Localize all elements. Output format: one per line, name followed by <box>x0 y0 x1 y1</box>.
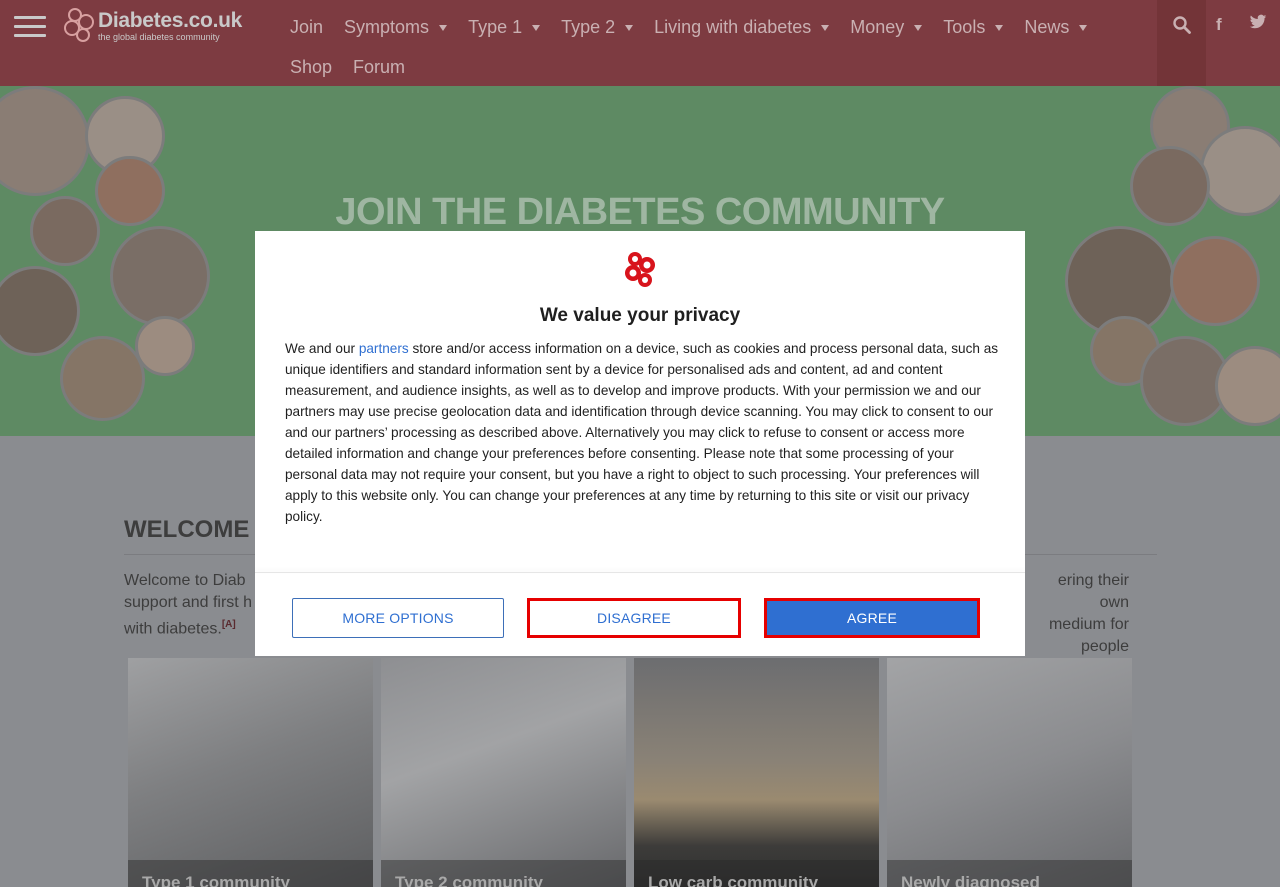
welcome-heading: WELCOME <box>124 516 250 543</box>
nav-forum[interactable]: Forum <box>353 57 405 78</box>
facebook-icon[interactable]: f <box>1216 15 1222 35</box>
nav-label: Type 2 <box>561 16 616 37</box>
nav-label: News <box>1024 16 1070 37</box>
nav-news[interactable]: News <box>1024 16 1088 38</box>
nav-tools[interactable]: Tools <box>943 16 1004 38</box>
more-options-button[interactable]: MORE OPTIONS <box>292 598 504 638</box>
consent-title: We value your privacy <box>539 305 741 326</box>
privacy-consent-dialog: We value your privacy We and our partner… <box>255 231 1025 656</box>
site-logo[interactable]: Diabetes.co.uk the global diabetes commu… <box>62 6 242 44</box>
logo-mark-icon <box>62 6 96 44</box>
intro-line: with diabetes. <box>124 620 222 638</box>
consent-text-part: store and/or access information on a dev… <box>285 341 999 524</box>
consent-text: We and our partners store and/or access … <box>285 338 1000 527</box>
community-photo <box>60 336 145 421</box>
card-label: Type 1 community <box>142 873 290 887</box>
caret-down-icon <box>439 25 448 31</box>
nav-symptoms[interactable]: Symptoms <box>344 16 448 38</box>
agree-button[interactable]: AGREE <box>764 598 980 638</box>
nav-label: Join <box>290 16 324 37</box>
nav-label: Tools <box>943 16 986 37</box>
card-label: Newly diagnosed <box>901 873 1040 887</box>
community-photo <box>1215 346 1280 426</box>
consent-logo-icon <box>625 252 655 287</box>
community-photo <box>0 86 90 196</box>
logo-name: Diabetes.co.uk <box>98 8 243 32</box>
caret-down-icon <box>995 25 1004 31</box>
community-photo <box>0 266 80 356</box>
nav-type-2[interactable]: Type 2 <box>561 16 634 38</box>
nav-living-with-diabetes[interactable]: Living with diabetes <box>654 16 830 38</box>
footnote-link[interactable]: [A] <box>222 619 236 630</box>
community-card-low-carb[interactable]: Low carb community <box>634 658 879 887</box>
caret-down-icon <box>532 25 541 31</box>
card-image <box>634 658 879 887</box>
card-image <box>887 658 1132 887</box>
community-photo <box>135 316 195 376</box>
card-image <box>381 658 626 887</box>
nav-label: Type 1 <box>468 16 523 37</box>
community-card-type-1[interactable]: Type 1 community <box>128 658 373 887</box>
nav-label: Money <box>850 16 905 37</box>
nav-shop[interactable]: Shop <box>290 57 332 78</box>
caret-down-icon <box>821 25 830 31</box>
logo-tagline: the global diabetes community <box>98 31 220 42</box>
caret-down-icon <box>1079 25 1088 31</box>
card-label: Type 2 community <box>395 873 543 887</box>
card-label: Low carb community <box>648 873 819 887</box>
search-button[interactable] <box>1157 0 1206 86</box>
community-photo <box>110 226 210 326</box>
welcome-intro-right: ering their own medium for people <box>1026 570 1129 658</box>
divider <box>255 572 1025 573</box>
search-icon <box>1172 16 1191 34</box>
intro-line: ering their own <box>1057 572 1129 611</box>
nav-type-1[interactable]: Type 1 <box>468 16 541 38</box>
nav-label: Living with diabetes <box>654 16 812 37</box>
nav-label: Forum <box>353 56 406 77</box>
card-image <box>128 658 373 887</box>
site-header: Diabetes.co.uk the global diabetes commu… <box>0 0 1280 86</box>
disagree-button[interactable]: DISAGREE <box>527 598 741 638</box>
twitter-icon[interactable] <box>1249 14 1267 35</box>
consent-text-part: We and our <box>285 341 359 356</box>
hero-title: JOIN THE DIABETES COMMUNITY <box>335 191 945 233</box>
partners-link[interactable]: partners <box>359 341 409 356</box>
caret-down-icon <box>625 25 634 31</box>
main-navigation: Join Symptoms Type 1 Type 2 Living with … <box>290 10 1150 90</box>
community-card-type-2[interactable]: Type 2 community <box>381 658 626 887</box>
menu-icon[interactable] <box>14 16 46 37</box>
nav-label: Symptoms <box>344 16 430 37</box>
nav-join[interactable]: Join <box>290 17 323 38</box>
community-card-newly-diagnosed[interactable]: Newly diagnosed <box>887 658 1132 887</box>
nav-label: Shop <box>290 56 333 77</box>
community-photo <box>1170 236 1260 326</box>
nav-money[interactable]: Money <box>850 16 923 38</box>
caret-down-icon <box>914 25 923 31</box>
